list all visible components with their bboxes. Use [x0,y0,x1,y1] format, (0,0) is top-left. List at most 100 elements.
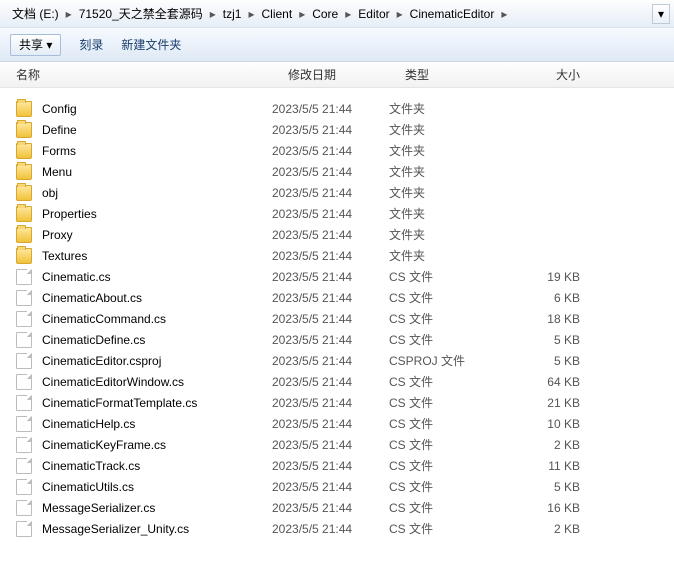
file-row[interactable]: obj2023/5/5 21:44文件夹 [0,182,674,203]
file-size: 5 KB [508,480,598,494]
file-name: Properties [42,207,272,221]
burn-button[interactable]: 刻录 [79,36,103,53]
file-name: CinematicUtils.cs [42,480,272,494]
file-row[interactable]: CinematicDefine.cs2023/5/5 21:44CS 文件5 K… [0,329,674,350]
file-date: 2023/5/5 21:44 [272,501,389,515]
file-type: CS 文件 [389,268,508,285]
file-type: 文件夹 [389,226,508,243]
file-date: 2023/5/5 21:44 [272,396,389,410]
file-type: 文件夹 [389,184,508,201]
breadcrumb-seg[interactable]: 71520_天之禁全套源码 [75,5,207,22]
file-date: 2023/5/5 21:44 [272,207,389,221]
file-icon [16,374,32,390]
file-row[interactable]: CinematicEditorWindow.cs2023/5/5 21:44CS… [0,371,674,392]
file-type: CS 文件 [389,520,508,537]
file-name: Cinematic.cs [42,270,272,284]
file-row[interactable]: CinematicAbout.cs2023/5/5 21:44CS 文件6 KB [0,287,674,308]
file-type: 文件夹 [389,163,508,180]
file-row[interactable]: CinematicEditor.csproj2023/5/5 21:44CSPR… [0,350,674,371]
file-row[interactable]: Properties2023/5/5 21:44文件夹 [0,203,674,224]
chevron-right-icon[interactable]: ▸ [63,7,75,21]
file-icon [16,395,32,411]
chevron-right-icon[interactable]: ▸ [207,7,219,21]
share-button[interactable]: 共享 ▾ [10,34,61,56]
file-type: 文件夹 [389,247,508,264]
file-date: 2023/5/5 21:44 [272,144,389,158]
file-row[interactable]: Textures2023/5/5 21:44文件夹 [0,245,674,266]
file-size: 2 KB [508,438,598,452]
file-date: 2023/5/5 21:44 [272,102,389,116]
file-icon [16,458,32,474]
file-size: 6 KB [508,291,598,305]
breadcrumb-seg[interactable]: Core [308,7,342,21]
newfolder-button[interactable]: 新建文件夹 [121,36,181,53]
file-row[interactable]: MessageSerializer.cs2023/5/5 21:44CS 文件1… [0,497,674,518]
file-type: CS 文件 [389,289,508,306]
file-size: 11 KB [508,459,598,473]
folder-icon [16,227,32,243]
file-type: CS 文件 [389,478,508,495]
file-row[interactable]: CinematicFormatTemplate.cs2023/5/5 21:44… [0,392,674,413]
file-name: CinematicEditor.csproj [42,354,272,368]
file-type: CS 文件 [389,499,508,516]
folder-icon [16,101,32,117]
breadcrumb-seg[interactable]: Client [258,7,297,21]
file-name: Define [42,123,272,137]
file-name: Textures [42,249,272,263]
file-icon [16,290,32,306]
chevron-right-icon[interactable]: ▸ [245,7,257,21]
file-type: CS 文件 [389,310,508,327]
file-row[interactable]: Menu2023/5/5 21:44文件夹 [0,161,674,182]
breadcrumb-seg[interactable]: Editor [354,7,393,21]
file-row[interactable]: Define2023/5/5 21:44文件夹 [0,119,674,140]
file-type: CSPROJ 文件 [389,352,508,369]
file-row[interactable]: Forms2023/5/5 21:44文件夹 [0,140,674,161]
column-size[interactable]: 大小 [508,66,598,83]
file-row[interactable]: CinematicKeyFrame.cs2023/5/5 21:44CS 文件2… [0,434,674,455]
file-row[interactable]: CinematicCommand.cs2023/5/5 21:44CS 文件18… [0,308,674,329]
file-name: CinematicFormatTemplate.cs [42,396,272,410]
chevron-right-icon[interactable]: ▸ [394,7,406,21]
file-icon [16,437,32,453]
file-date: 2023/5/5 21:44 [272,270,389,284]
file-name: CinematicEditorWindow.cs [42,375,272,389]
file-size: 21 KB [508,396,598,410]
file-name: MessageSerializer.cs [42,501,272,515]
file-row[interactable]: CinematicHelp.cs2023/5/5 21:44CS 文件10 KB [0,413,674,434]
file-date: 2023/5/5 21:44 [272,123,389,137]
chevron-right-icon[interactable]: ▸ [296,7,308,21]
file-list: Config2023/5/5 21:44文件夹Define2023/5/5 21… [0,88,674,557]
file-date: 2023/5/5 21:44 [272,165,389,179]
column-date[interactable]: 修改日期 [272,66,389,83]
file-type: CS 文件 [389,457,508,474]
breadcrumb-seg[interactable]: CinematicEditor [406,7,499,21]
file-date: 2023/5/5 21:44 [272,459,389,473]
file-type: CS 文件 [389,415,508,432]
file-date: 2023/5/5 21:44 [272,354,389,368]
chevron-right-icon[interactable]: ▸ [498,7,510,21]
folder-icon [16,185,32,201]
file-name: Forms [42,144,272,158]
chevron-right-icon[interactable]: ▸ [342,7,354,21]
breadcrumb[interactable]: 文档 (E:)▸71520_天之禁全套源码▸tzj1▸Client▸Core▸E… [0,0,674,28]
file-row[interactable]: Config2023/5/5 21:44文件夹 [0,98,674,119]
file-name: Config [42,102,272,116]
file-date: 2023/5/5 21:44 [272,291,389,305]
file-name: CinematicKeyFrame.cs [42,438,272,452]
file-row[interactable]: Proxy2023/5/5 21:44文件夹 [0,224,674,245]
file-row[interactable]: CinematicUtils.cs2023/5/5 21:44CS 文件5 KB [0,476,674,497]
file-row[interactable]: MessageSerializer_Unity.cs2023/5/5 21:44… [0,518,674,539]
folder-icon [16,206,32,222]
history-dropdown-button[interactable]: ▾ [652,4,670,24]
file-row[interactable]: CinematicTrack.cs2023/5/5 21:44CS 文件11 K… [0,455,674,476]
file-row[interactable]: Cinematic.cs2023/5/5 21:44CS 文件19 KB [0,266,674,287]
breadcrumb-seg[interactable]: 文档 (E:) [8,5,63,22]
file-icon [16,479,32,495]
column-name[interactable]: 名称 [0,66,272,83]
file-name: CinematicHelp.cs [42,417,272,431]
column-type[interactable]: 类型 [389,66,508,83]
file-type: CS 文件 [389,394,508,411]
breadcrumb-seg[interactable]: tzj1 [219,7,246,21]
file-type: CS 文件 [389,331,508,348]
file-type: CS 文件 [389,373,508,390]
